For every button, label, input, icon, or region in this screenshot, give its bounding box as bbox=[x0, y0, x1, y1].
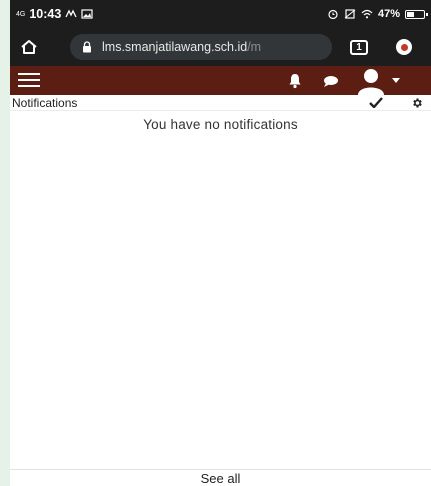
browser-toolbar: lms.smanjatilawang.sch.id/m 1 bbox=[10, 28, 431, 66]
home-icon bbox=[21, 40, 37, 54]
messages-button[interactable] bbox=[322, 73, 340, 89]
clock: 10:43 bbox=[29, 7, 62, 21]
url-host: lms.smanjatilawang.sch.id bbox=[102, 40, 248, 54]
alarm-icon bbox=[328, 9, 338, 19]
tab-count: 1 bbox=[356, 41, 362, 53]
bell-icon bbox=[289, 74, 301, 89]
caret-down-icon bbox=[392, 78, 400, 83]
notification-bell-button[interactable] bbox=[286, 71, 304, 91]
home-button[interactable] bbox=[16, 34, 42, 60]
hamburger-menu-icon[interactable] bbox=[18, 73, 40, 88]
notifications-panel: Notifications You have no notifications … bbox=[10, 95, 431, 486]
notifications-header: Notifications bbox=[10, 95, 431, 111]
avatar-icon bbox=[358, 69, 384, 95]
address-bar[interactable]: lms.smanjatilawang.sch.id/m bbox=[70, 34, 332, 60]
battery-icon bbox=[405, 9, 428, 19]
app-header bbox=[10, 66, 431, 95]
see-all-link[interactable]: See all bbox=[10, 469, 431, 486]
url-path: /m bbox=[247, 40, 262, 54]
silent-icon bbox=[344, 9, 356, 19]
browser-menu-button[interactable] bbox=[396, 39, 412, 55]
mark-all-read-icon[interactable] bbox=[369, 97, 383, 108]
menu-badge-icon bbox=[400, 43, 408, 51]
wifi-icon bbox=[361, 9, 373, 19]
status-bar: 4G 10:43 47% bbox=[10, 0, 431, 28]
tab-switcher-button[interactable]: 1 bbox=[350, 39, 368, 55]
battery-percentage: 47% bbox=[377, 8, 400, 20]
speed-icon bbox=[65, 9, 77, 18]
network-indicator: 4G bbox=[16, 10, 26, 18]
settings-gear-icon[interactable] bbox=[411, 97, 423, 109]
lock-icon bbox=[83, 41, 91, 53]
empty-notifications-message: You have no notifications bbox=[143, 117, 298, 132]
notifications-title: Notifications bbox=[12, 95, 78, 110]
user-menu-button[interactable] bbox=[354, 67, 402, 95]
gallery-icon bbox=[81, 9, 93, 19]
chat-bubble-icon bbox=[324, 75, 338, 87]
phone-screen: 4G 10:43 47% lms.smanjatilawang.sch.id /… bbox=[10, 0, 431, 486]
